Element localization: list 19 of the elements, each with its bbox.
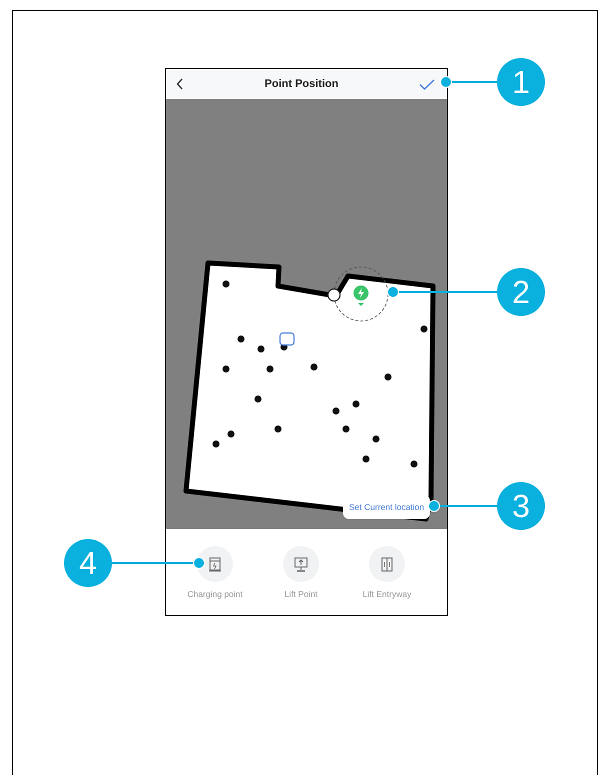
tool-label: Lift Entryway: [362, 589, 412, 599]
callout-number: 4: [64, 539, 112, 587]
callout-number: 3: [497, 482, 545, 530]
callout-number: 1: [497, 58, 545, 106]
back-icon[interactable]: [176, 78, 184, 90]
tool-button[interactable]: [283, 546, 319, 582]
tool-label: Lift Point: [284, 589, 318, 599]
tool-label: Charging point: [187, 589, 243, 599]
confirm-check-icon[interactable]: [418, 78, 435, 90]
elevator-door-icon: [381, 556, 393, 572]
placement-range-circle: [334, 266, 388, 322]
screen-title: Point Position: [264, 78, 338, 90]
monitor-upload-icon: [294, 556, 308, 572]
set-current-location-button[interactable]: Set Current location: [343, 495, 430, 519]
tool-button[interactable]: [369, 546, 405, 582]
robot-icon: [279, 332, 295, 346]
callout-number: 2: [497, 268, 545, 316]
charging-station-icon: [209, 556, 221, 572]
tool-button[interactable]: [197, 546, 233, 582]
